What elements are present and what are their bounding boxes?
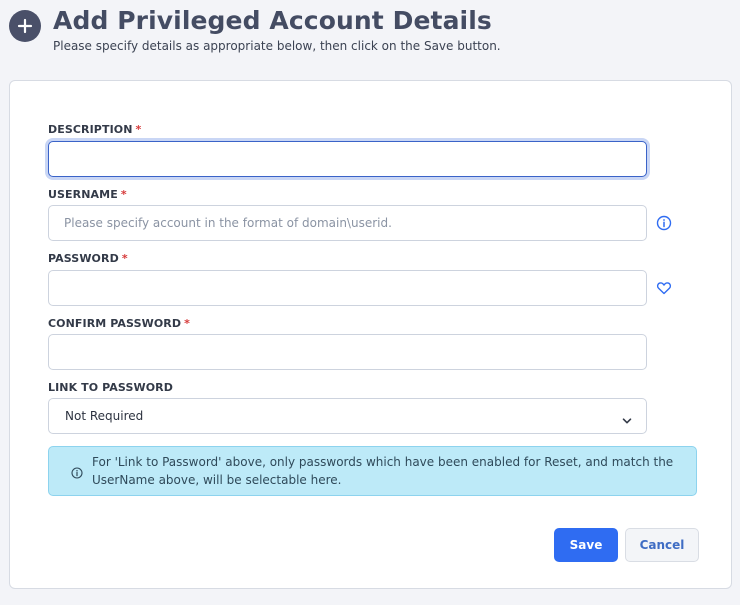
- required-marker: *: [135, 123, 142, 136]
- required-marker: *: [120, 188, 127, 201]
- password-label: PASSWORD *: [48, 252, 128, 265]
- page-subtitle: Please specify details as appropriate be…: [53, 39, 501, 53]
- info-alert-text: For 'Link to Password' above, only passw…: [92, 455, 674, 487]
- link-to-password-value: Not Required: [65, 409, 144, 423]
- password-input[interactable]: [48, 270, 647, 306]
- page-title: Add Privileged Account Details: [53, 6, 492, 35]
- description-input[interactable]: [48, 141, 647, 177]
- chevron-down-icon: [622, 411, 632, 430]
- info-icon[interactable]: [656, 215, 672, 231]
- required-marker: *: [184, 317, 190, 330]
- link-to-password-label: LINK TO PASSWORD: [48, 381, 173, 394]
- confirm-password-input[interactable]: [48, 334, 647, 370]
- confirm-password-label: CONFIRM PASSWORD *: [48, 317, 190, 330]
- cancel-button[interactable]: Cancel: [625, 528, 699, 562]
- username-input[interactable]: [48, 205, 647, 241]
- save-button[interactable]: Save: [554, 528, 618, 562]
- description-label: DESCRIPTION *: [48, 123, 142, 136]
- info-alert: For 'Link to Password' above, only passw…: [48, 446, 697, 496]
- required-marker: *: [121, 252, 128, 265]
- info-icon: [71, 464, 83, 483]
- plus-icon: [9, 10, 41, 42]
- page-header: Add Privileged Account Details Please sp…: [0, 0, 740, 70]
- link-to-password-select[interactable]: Not Required: [48, 398, 647, 434]
- heart-icon[interactable]: [656, 280, 672, 296]
- username-label: USERNAME *: [48, 188, 127, 201]
- form-card: DESCRIPTION* USERNAME* PASSWORD* CONFIRM…: [9, 80, 732, 589]
